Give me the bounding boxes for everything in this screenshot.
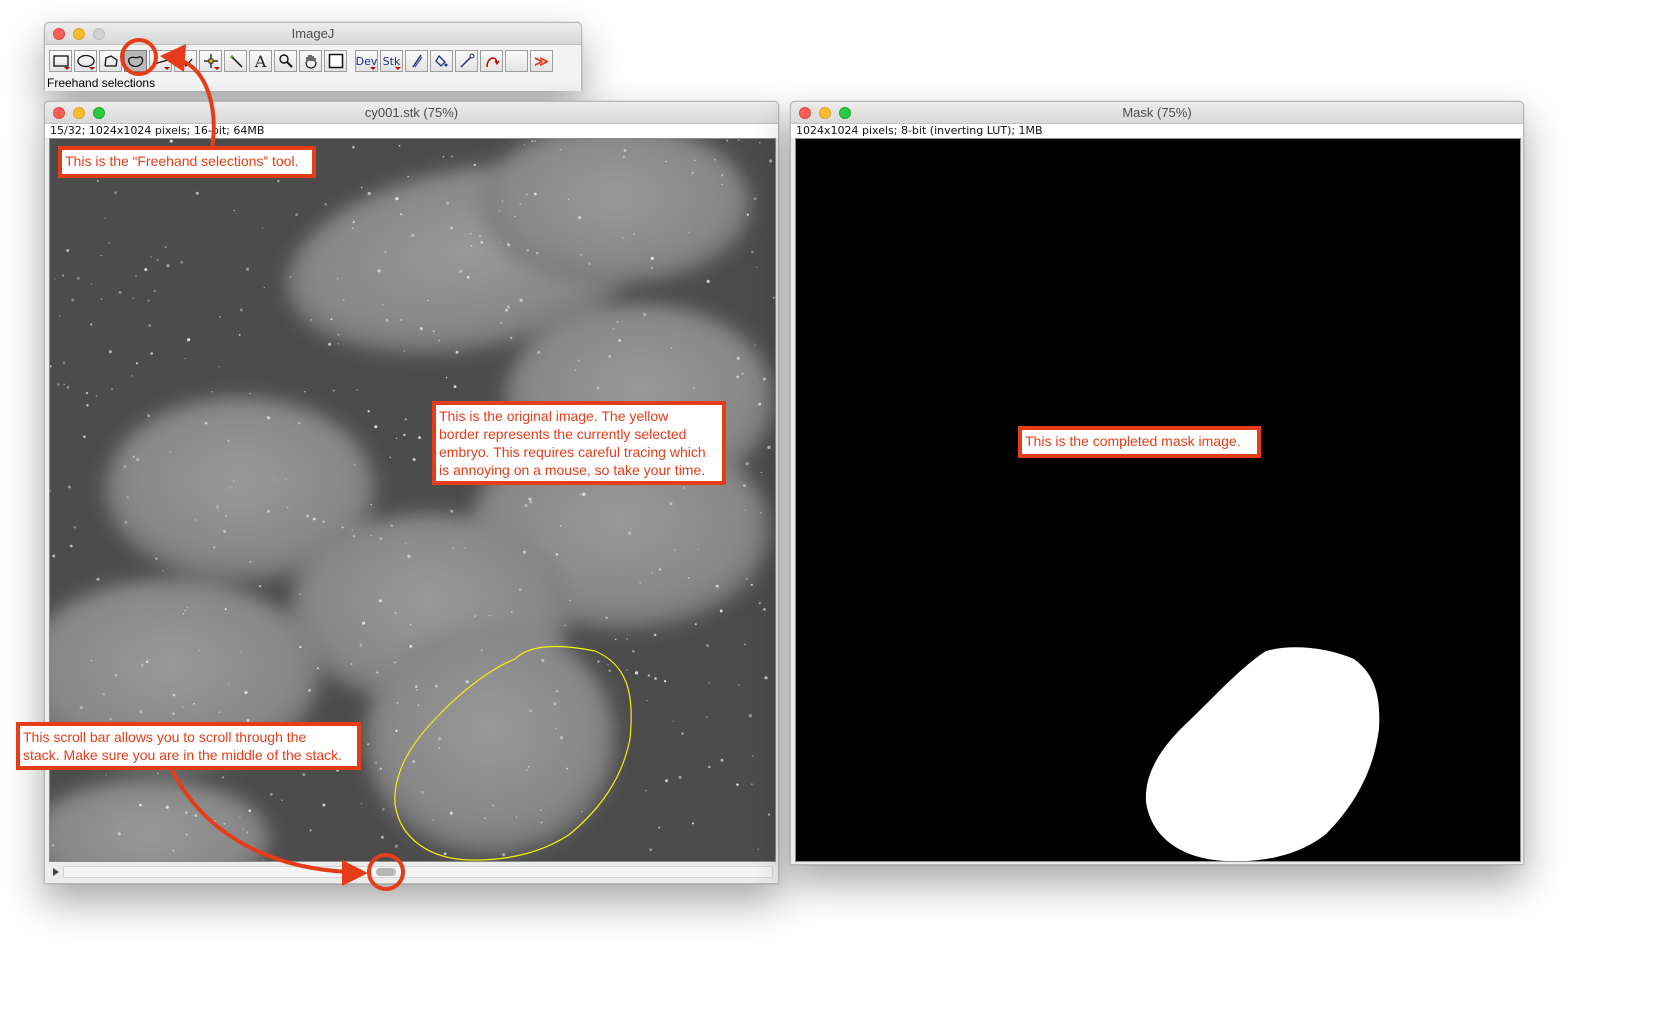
oval-tool-button[interactable]: [74, 50, 97, 72]
freehand-tool-annotation: This is the “Freehand selections” tool.: [58, 146, 316, 178]
straight-line-tool-icon: [153, 59, 168, 65]
mask-white-region: [1145, 647, 1380, 861]
oval-tool-icon: [76, 54, 95, 68]
mask-image: [1145, 647, 1380, 861]
window-title: Mask (75%): [1122, 105, 1192, 120]
empty-tool-slot: [505, 50, 528, 72]
pipette-icon: [459, 53, 474, 68]
text-tool-button[interactable]: A: [249, 50, 272, 72]
color-picker-icon: [328, 53, 343, 69]
arrow-tool-button[interactable]: [480, 50, 503, 72]
polygon-tool-button[interactable]: [99, 50, 122, 72]
line-tool-button[interactable]: [149, 50, 172, 72]
text-tool-icon: A: [254, 51, 267, 71]
brush-icon: [411, 54, 422, 68]
freehand-tool-icon: [127, 56, 143, 68]
mask-canvas[interactable]: [795, 138, 1521, 862]
zoom-tool-button[interactable]: [274, 50, 297, 72]
stack-scroll-bar[interactable]: [63, 866, 773, 878]
stk-menu-button[interactable]: Stk: [380, 50, 403, 72]
imagej-titlebar[interactable]: ImageJ: [45, 23, 581, 45]
rectangle-tool-icon: [52, 55, 69, 67]
mask-image-annotation: This is the completed mask image.: [1018, 426, 1261, 458]
image-info: 15/32; 1024x1024 pixels; 16-bit; 64MB: [45, 124, 778, 138]
pick-tool-button[interactable]: [455, 50, 478, 72]
flood-fill-tool-button[interactable]: [430, 50, 453, 72]
magnifying-glass-icon: [278, 54, 293, 68]
wand-tool-icon: [229, 55, 243, 68]
brush-tool-button[interactable]: [405, 50, 428, 72]
hand-tool-button[interactable]: [299, 50, 322, 72]
mask-titlebar[interactable]: Mask (75%): [791, 102, 1523, 124]
freehand-tool-button[interactable]: [124, 50, 147, 72]
curve-arrow-icon: [485, 57, 500, 68]
mask-image-window: Mask (75%) 1024x1024 pixels; 8-bit (inve…: [790, 101, 1524, 865]
angle-tool-icon: [179, 55, 192, 68]
dev-menu-button[interactable]: Dev: [355, 50, 378, 72]
window-title: ImageJ: [291, 26, 335, 41]
imagej-toolbar-window: ImageJ A Dev Stk ≫ Freehand selections: [44, 22, 582, 91]
point-tool-button[interactable]: [199, 50, 222, 72]
play-animation-icon[interactable]: [53, 868, 59, 876]
color-picker-tool-button[interactable]: [324, 50, 347, 72]
tool-bar: A Dev Stk ≫: [45, 45, 581, 75]
original-image-annotation: This is the original image. The yellow b…: [432, 401, 726, 485]
wand-tool-button[interactable]: [224, 50, 247, 72]
image-info: 1024x1024 pixels; 8-bit (inverting LUT);…: [791, 124, 1523, 138]
scrolling-hand-icon: [304, 55, 317, 69]
stack-titlebar[interactable]: cy001.stk (75%): [45, 102, 778, 124]
status-line: Freehand selections: [45, 75, 581, 91]
scroll-bar-annotation: This scroll bar allows you to scroll thr…: [16, 722, 361, 770]
window-title: cy001.stk (75%): [364, 105, 459, 120]
more-tools-button[interactable]: ≫: [530, 50, 553, 72]
angle-tool-button[interactable]: [174, 50, 197, 72]
scroll-thumb[interactable]: [376, 868, 396, 876]
rectangle-tool-button[interactable]: [49, 50, 72, 72]
double-chevron-icon: ≫: [534, 52, 549, 69]
polygon-tool-icon: [103, 55, 118, 67]
flood-fill-icon: [434, 54, 447, 67]
